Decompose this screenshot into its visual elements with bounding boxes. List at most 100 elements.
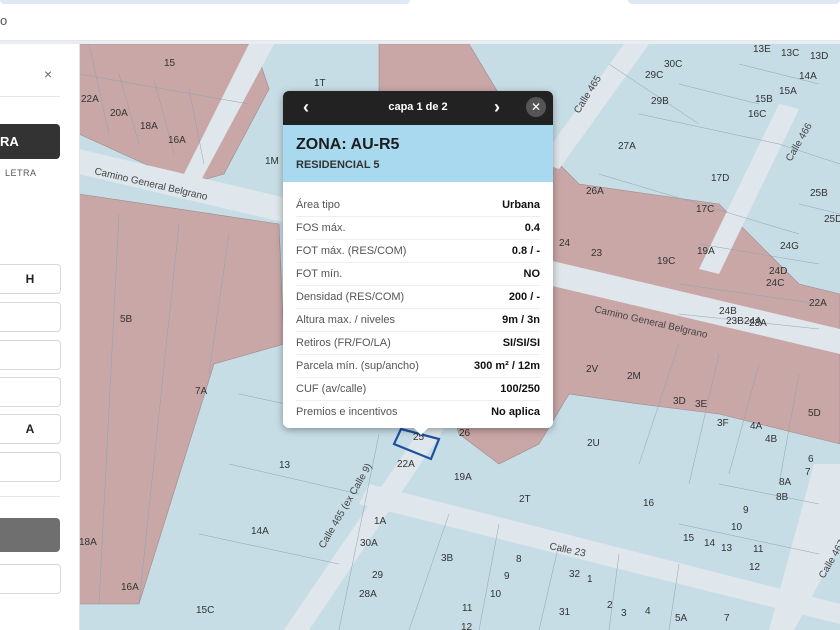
parcel-label: 16 <box>643 498 655 509</box>
parcel-label: 26A <box>586 186 604 197</box>
zone-title: ZONA: AU-R5 <box>296 136 400 153</box>
parcel-label: 15A <box>779 86 797 97</box>
attribute-label: Premios e incentivos <box>296 406 398 418</box>
attribute-value: 9m / 3n <box>502 314 540 326</box>
parcel-label: 24D <box>769 266 787 277</box>
popup-close-button[interactable]: ✕ <box>526 97 546 117</box>
panel-close-icon[interactable]: × <box>44 66 52 82</box>
attribute-value: 0.4 <box>524 222 540 234</box>
popup-pointer <box>410 424 432 435</box>
parcel-label: 5B <box>120 314 133 325</box>
panel-field-2[interactable] <box>0 302 61 332</box>
attribute-row: Altura max. / niveles 9m / 3n <box>296 309 540 332</box>
panel-search-button[interactable] <box>0 518 60 552</box>
parcel-label: 25D <box>824 214 840 225</box>
panel-field-4[interactable] <box>0 377 61 407</box>
attribute-row: Premios e incentivos No aplica <box>296 401 540 423</box>
attribute-row: Densidad (RES/COM) 200 / - <box>296 286 540 309</box>
parcel-label: 16A <box>121 582 139 593</box>
parcel-label: 6 <box>808 454 814 465</box>
parcel-label: 29C <box>645 70 663 81</box>
parcel-label: 29 <box>372 570 384 581</box>
zone-header: ZONA: AU-R5 RESIDENCIAL 5 <box>283 125 553 182</box>
parcel-label: 8B <box>776 492 789 503</box>
parcel-label: 23A <box>749 318 767 329</box>
parcel-label: 5A <box>675 613 688 624</box>
top-tab-indicator-right <box>628 0 840 4</box>
zone-info-popup: ‹ capa 1 de 2 › ✕ ZONA: AU-R5 RESIDENCIA… <box>283 91 553 435</box>
attribute-label: CUF (av/calle) <box>296 383 367 395</box>
parcel-label: 1 <box>587 574 593 585</box>
parcel-label: 16A <box>168 135 186 146</box>
parcel-label: 19A <box>454 472 472 483</box>
parcel-label: 18A <box>140 121 158 132</box>
parcel-label: 32 <box>569 569 581 580</box>
parcel-label: 24G <box>780 241 799 252</box>
parcel-label: 30C <box>664 59 682 70</box>
parcel-label: 15B <box>755 94 773 105</box>
parcel-label: 25B <box>810 188 828 199</box>
parcel-label: 20A <box>110 108 128 119</box>
parcel-label: 27A <box>618 141 636 152</box>
attribute-label: FOS máx. <box>296 222 346 234</box>
parcel-label: 17D <box>711 173 729 184</box>
attribute-row: FOT mín. NO <box>296 263 540 286</box>
parcel-label: 15 <box>164 58 176 69</box>
parcel-label: 2V <box>586 364 599 375</box>
panel-field-1[interactable]: H <box>0 264 61 294</box>
parcel-label: 2 <box>607 600 613 611</box>
parcel-label: 1T <box>314 78 326 89</box>
attribute-label: Altura max. / niveles <box>296 314 396 326</box>
attribute-value: 300 m² / 12m <box>473 360 540 372</box>
parcel-label: 24 <box>559 238 571 249</box>
zone-subtitle: RESIDENCIAL 5 <box>296 159 380 171</box>
parcel-label: 7 <box>805 467 811 478</box>
parcel-label: 15C <box>196 605 214 616</box>
parcel-label: 30A <box>360 538 378 549</box>
parcel-label: 26 <box>459 428 471 439</box>
attribute-value: SI/SI/SI <box>502 337 540 349</box>
attribute-row: Área tipo Urbana <box>296 194 540 217</box>
panel-field-3[interactable] <box>0 340 61 370</box>
top-tab-indicator <box>0 0 410 4</box>
parcel-label: 1M <box>265 156 279 167</box>
letra-label: LETRA <box>5 168 37 178</box>
panel-field-5[interactable]: A <box>0 414 61 444</box>
parcel-label: 2T <box>519 494 531 505</box>
parcel-label: 19C <box>657 256 675 267</box>
parcel-label: 4 <box>645 606 651 617</box>
parcel-label: 13 <box>721 543 733 554</box>
parcel-label: 23B <box>726 316 744 327</box>
panel-field-7[interactable] <box>0 564 61 594</box>
parcel-label: 23 <box>591 248 603 259</box>
attribute-label: Área tipo <box>296 199 341 211</box>
parcel-label: 14 <box>704 538 716 549</box>
attribute-row: CUF (av/calle) 100/250 <box>296 378 540 401</box>
parcel-label: 3F <box>717 418 729 429</box>
parcel-label: 12 <box>749 562 761 573</box>
parcel-label: 22A <box>81 94 99 105</box>
parcel-label: 24C <box>766 278 784 289</box>
panel-field-6[interactable] <box>0 452 61 482</box>
parcel-label: 22A <box>397 459 415 470</box>
top-text-fragment: o <box>0 13 8 28</box>
popup-header: ‹ capa 1 de 2 › ✕ <box>283 91 553 125</box>
attribute-value: 200 / - <box>508 291 540 303</box>
panel-active-tab-button[interactable]: RA <box>0 124 60 159</box>
parcel-label: 9 <box>743 505 749 516</box>
attribute-label: FOT máx. (RES/COM) <box>296 245 407 257</box>
attribute-row: FOT máx. (RES/COM) 0.8 / - <box>296 240 540 263</box>
parcel-label: 22A <box>809 298 827 309</box>
parcel-label: 3D <box>673 396 686 407</box>
attribute-value: 0.8 / - <box>511 245 540 257</box>
parcel-label: 14A <box>799 71 817 82</box>
popup-next-button[interactable]: › <box>494 97 500 118</box>
panel-divider-lower <box>0 496 60 497</box>
parcel-label: 15 <box>683 533 695 544</box>
parcel-label: 17C <box>696 204 714 215</box>
panel-active-tab-label: RA <box>0 134 19 149</box>
parcel-label: 13C <box>781 48 799 59</box>
attribute-value: Urbana <box>502 199 540 211</box>
attribute-label: FOT mín. <box>296 268 343 280</box>
parcel-label: 31 <box>559 607 571 618</box>
